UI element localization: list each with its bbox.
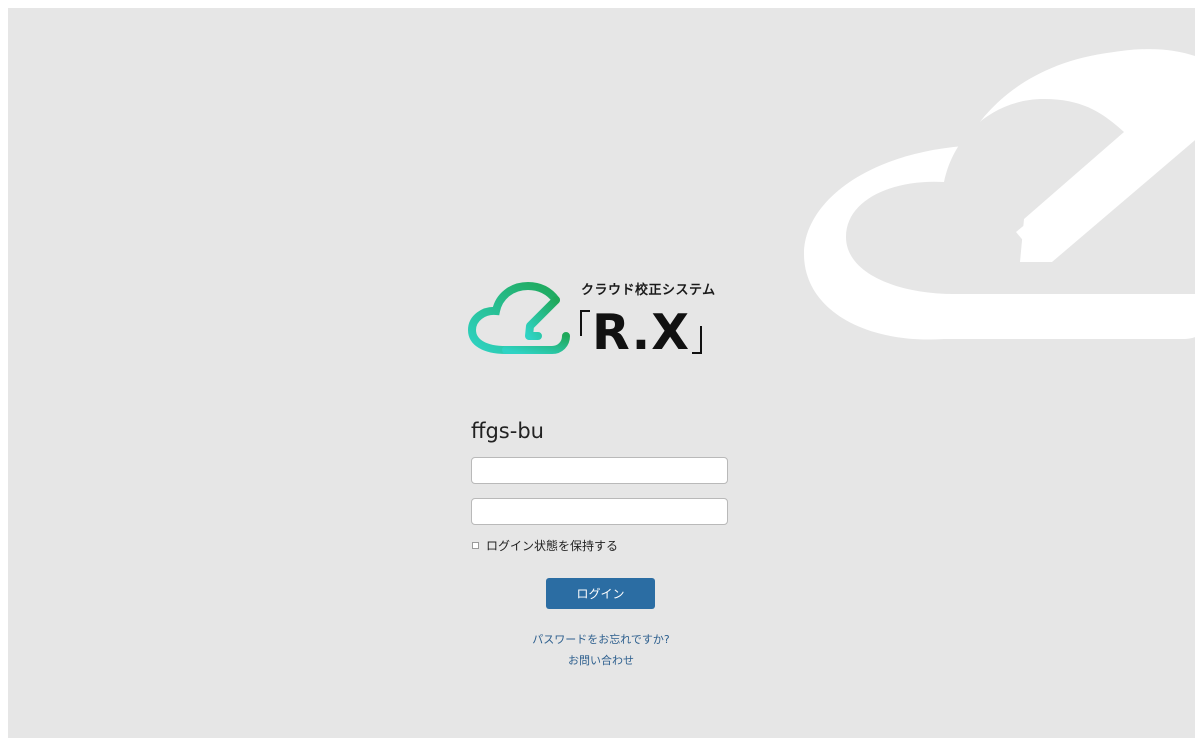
login-button[interactable]: ログイン — [546, 578, 655, 609]
logo-product-name: R.X — [592, 304, 691, 361]
bracket-open — [578, 300, 592, 340]
logo-subtitle: クラウド校正システム — [581, 283, 716, 298]
organization-name: ffgs-bu — [471, 419, 544, 443]
login-page: クラウド校正システム R.X ffgs-bu ログイン状態を保持する ログイン … — [8, 8, 1195, 738]
username-field[interactable] — [471, 457, 728, 484]
contact-link[interactable]: お問い合わせ — [451, 654, 751, 668]
remember-me-label[interactable]: ログイン状態を保持する — [486, 537, 618, 554]
forgot-password-link[interactable]: パスワードをお忘れですか? — [451, 633, 751, 647]
logo-title: R.X — [578, 300, 704, 358]
bracket-close — [690, 300, 704, 354]
cloud-check-icon — [467, 281, 570, 354]
password-field[interactable] — [471, 498, 728, 525]
app-logo: クラウド校正システム R.X — [466, 280, 746, 370]
remember-me-checkbox[interactable] — [472, 541, 479, 549]
remember-me[interactable]: ログイン状態を保持する — [472, 536, 618, 554]
background-cloud-icon — [804, 49, 1195, 340]
